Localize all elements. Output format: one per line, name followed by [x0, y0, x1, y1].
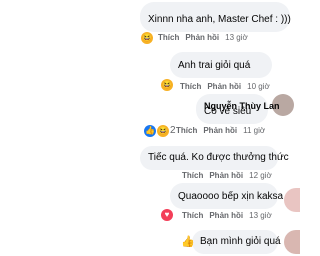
reply-link[interactable]: Phản hồi [185, 33, 219, 42]
comment-bubble: Bạn mình giỏi quá [192, 230, 281, 254]
timestamp: 13 giờ [225, 33, 248, 42]
comment-text: Xinnn nha anh, Master Chef : ))) [148, 14, 291, 25]
haha-icon: 😆 [157, 125, 169, 137]
reaction-badge[interactable]: ♥ [161, 209, 174, 221]
timestamp: 13 giờ [249, 211, 272, 220]
like-link[interactable]: Thích [182, 211, 203, 220]
comment-bubble: Xinnn nha anh, Master Chef : ))) [140, 2, 291, 32]
comment-4: Tiếc quá. Ko được thưởng thức Thích Phản … [0, 140, 300, 182]
timestamp: 11 giờ [243, 126, 266, 135]
reply-link[interactable]: Phản hồi [209, 171, 243, 180]
comment-6: Bạn mình giỏi quá 👍 [0, 226, 300, 256]
comment-actions: Thích Phản hồi 12 giờ [182, 171, 278, 180]
comment-actions: Thích Phản hồi 13 giờ [182, 211, 278, 220]
timestamp: 12 giờ [249, 171, 272, 180]
reaction-count: 2 [170, 125, 176, 136]
comment-bubble: Tiếc quá. Ko được thưởng thức [140, 146, 289, 170]
avatar[interactable] [284, 230, 300, 254]
like-link[interactable]: Thích [180, 82, 201, 91]
avatar[interactable] [284, 188, 300, 212]
comment-1: Xinnn nha anh, Master Chef : ))) Thích Ph… [0, 0, 300, 48]
comment-bubble: Quaoooo bếp xịn kaksa [170, 183, 283, 209]
love-icon: ♥ [161, 209, 173, 221]
reaction-badge[interactable]: 😆 [161, 79, 174, 91]
comment-text: Bạn mình giỏi quá [200, 236, 281, 247]
comment-actions: Thích Phản hồi 11 giờ [176, 126, 271, 135]
like-link[interactable]: Thích [176, 126, 197, 135]
comment-3: Nguyễn Thùy Lan Có vẻ siêu Thích Phản hồi… [0, 92, 300, 140]
comment-bubble: Anh trai giỏi quá [170, 52, 272, 78]
comment-actions: Thích Phản hồi 13 giờ [158, 33, 254, 42]
reaction-badge[interactable]: 👍 😆 2 [144, 125, 176, 137]
comment-text: Anh trai giỏi quá [178, 60, 251, 71]
reply-link[interactable]: Phản hồi [207, 82, 241, 91]
haha-icon: 😆 [141, 32, 153, 44]
reaction-badge[interactable]: 😆 [141, 32, 154, 44]
like-link[interactable]: Thích [158, 33, 179, 42]
like-icon: 👍 [144, 125, 156, 137]
comment-bubble: Nguyễn Thùy Lan Có vẻ siêu [196, 94, 280, 124]
haha-icon: 😆 [161, 79, 173, 91]
comment-5: Quaoooo bếp xịn kaksa Thích Phản hồi 13 gi… [0, 182, 300, 226]
reaction-badge[interactable]: 👍 [181, 236, 195, 248]
comment-text: Quaoooo bếp xịn kaksa [178, 191, 284, 202]
comment-text: Có vẻ siêu [204, 106, 252, 117]
reply-link[interactable]: Phản hồi [203, 126, 237, 135]
like-link[interactable]: Thích [182, 171, 203, 180]
like-hand-icon: 👍 [181, 236, 195, 248]
comment-2: Anh trai giỏi quá Thích Phản hồi 10 giờ 😆 [0, 48, 300, 94]
comment-text: Tiếc quá. Ko được thưởng thức [148, 152, 289, 163]
reply-link[interactable]: Phản hồi [209, 211, 243, 220]
comment-actions: Thích Phản hồi 10 giờ [180, 82, 276, 91]
timestamp: 10 giờ [247, 82, 270, 91]
